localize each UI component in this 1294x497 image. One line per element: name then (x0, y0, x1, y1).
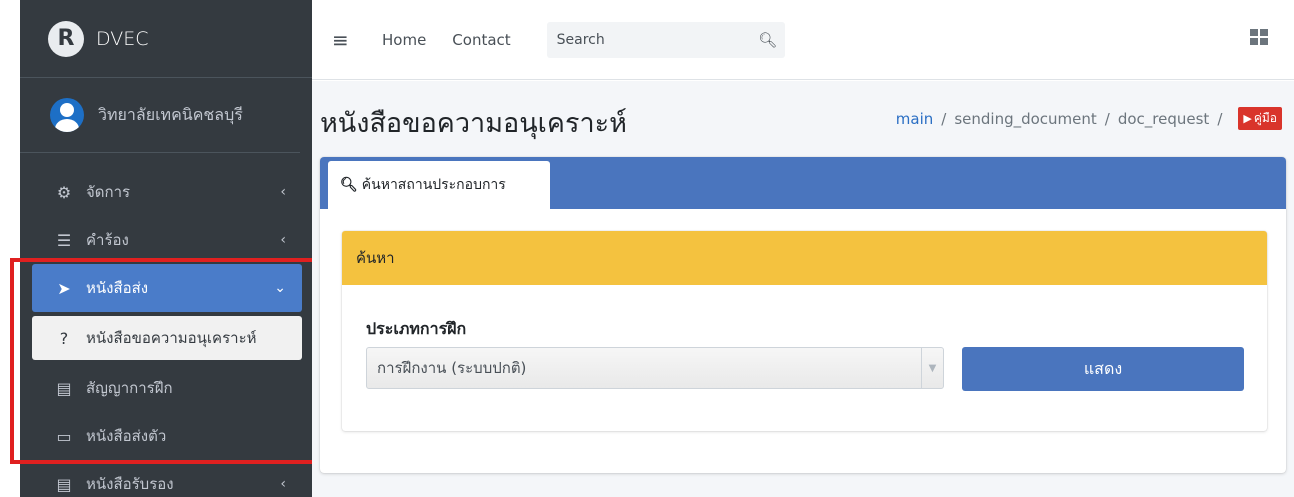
chevron-left-icon: ‹ (280, 476, 286, 492)
training-type-value: การฝึกงาน (ระบบปกติ) (377, 359, 527, 377)
sidebar-item-label: หนังสือรับรอง (86, 475, 174, 493)
paper-plane-icon: ➤ (57, 278, 71, 298)
chevron-left-icon: ‹ (280, 184, 286, 200)
search-panel: ค้นหา ประเภทการฝึก การฝึกงาน (ระบบปกติ) … (342, 231, 1267, 431)
sidebar-nav: ⚙ จัดการ ‹ ☰ คำร้อง ‹ ➤ หนังสือส่ง ⌄ ? ห… (20, 168, 312, 497)
play-icon: ▶ (1243, 112, 1252, 125)
sidebar-item-training-contract[interactable]: ▤ สัญญาการฝึก (20, 364, 312, 412)
breadcrumb-separator: / (1217, 109, 1223, 128)
sidebar-item-certificate[interactable]: ▤ หนังสือรับรอง ‹ (20, 460, 312, 497)
main-card: 🔍︎ ค้นหาสถานประกอบการ ค้นหา ประเภทการฝึก… (320, 157, 1286, 473)
search-box: 🔍︎ (546, 21, 785, 58)
sidebar: R DVEC วิทยาลัยเทคนิคชลบุรี ⚙ จัดการ ‹ ☰… (20, 0, 312, 497)
manual-label: คู่มือ (1253, 111, 1277, 125)
cogs-icon: ⚙ (56, 182, 72, 202)
breadcrumb: main / sending_document / doc_request / … (896, 107, 1282, 130)
tab-search-establishment[interactable]: 🔍︎ ค้นหาสถานประกอบการ (328, 161, 550, 209)
tab-label: ค้นหาสถานประกอบการ (361, 177, 506, 193)
show-button[interactable]: แสดง (962, 347, 1244, 391)
sidebar-item-label: จัดการ (86, 183, 131, 201)
chevron-down-icon: ⌄ (274, 280, 286, 296)
user-panel[interactable]: วิทยาลัยเทคนิคชลบุรี (20, 78, 300, 153)
training-type-label: ประเภทการฝึก (366, 319, 467, 338)
apps-grid-icon[interactable] (1250, 29, 1268, 45)
bus-icon: ▭ (56, 426, 72, 446)
user-name: วิทยาลัยเทคนิคชลบุรี (98, 104, 243, 124)
file-icon: ▤ (56, 378, 72, 398)
sidebar-item-label: สัญญาการฝึก (86, 379, 173, 397)
sidebar-item-label: หนังสือส่งตัว (86, 427, 167, 445)
search-icon[interactable]: 🔍︎ (751, 31, 785, 49)
search-panel-header: ค้นหา (342, 231, 1267, 285)
hamburger-menu-icon[interactable]: ≡ (332, 28, 356, 52)
sidebar-item-label: หนังสือส่ง (86, 279, 149, 297)
breadcrumb-doc-request: doc_request (1117, 109, 1210, 128)
sidebar-item-label: คำร้อง (86, 231, 129, 249)
sidebar-item-label: หนังสือขอความอนุเคราะห์ (86, 329, 257, 347)
breadcrumb-main[interactable]: main (896, 110, 933, 128)
sidebar-item-requests[interactable]: ☰ คำร้อง ‹ (20, 216, 312, 264)
nav-link-contact[interactable]: Contact (452, 31, 510, 49)
training-type-select[interactable]: การฝึกงาน (ระบบปกติ) ▼ (366, 347, 944, 389)
question-circle-icon: ? (59, 328, 69, 348)
sidebar-item-manage[interactable]: ⚙ จัดการ ‹ (20, 168, 312, 216)
sidebar-item-referral-letter[interactable]: ▭ หนังสือส่งตัว (20, 412, 312, 460)
sidebar-item-request-letter[interactable]: ? หนังสือขอความอนุเคราะห์ (32, 316, 302, 360)
brand-link[interactable]: R DVEC (20, 0, 312, 78)
sidebar-item-sending-letters[interactable]: ➤ หนังสือส่ง ⌄ (32, 264, 302, 312)
breadcrumb-sending-document: sending_document (954, 109, 1097, 128)
brand-name: DVEC (96, 27, 149, 50)
search-icon: 🔍︎ (340, 177, 358, 193)
list-icon: ☰ (56, 230, 72, 250)
manual-button[interactable]: ▶ คู่มือ (1238, 107, 1282, 130)
chevron-left-icon: ‹ (280, 232, 286, 248)
breadcrumb-separator: / (941, 109, 947, 128)
breadcrumb-separator: / (1104, 109, 1110, 128)
top-navbar: ≡ Home Contact 🔍︎ (312, 0, 1294, 80)
nav-link-home[interactable]: Home (382, 31, 426, 49)
avatar (50, 98, 84, 132)
file-icon: ▤ (56, 474, 72, 494)
main-content: หนังสือขอความอนุเคราะห์ main / sending_d… (312, 81, 1294, 497)
search-input[interactable] (546, 21, 751, 58)
dropdown-arrow-icon: ▼ (921, 348, 943, 388)
brand-logo: R (48, 20, 84, 57)
page-title: หนังสือขอความอนุเคราะห์ (320, 108, 627, 139)
card-tab-bar: 🔍︎ ค้นหาสถานประกอบการ (320, 157, 1286, 209)
